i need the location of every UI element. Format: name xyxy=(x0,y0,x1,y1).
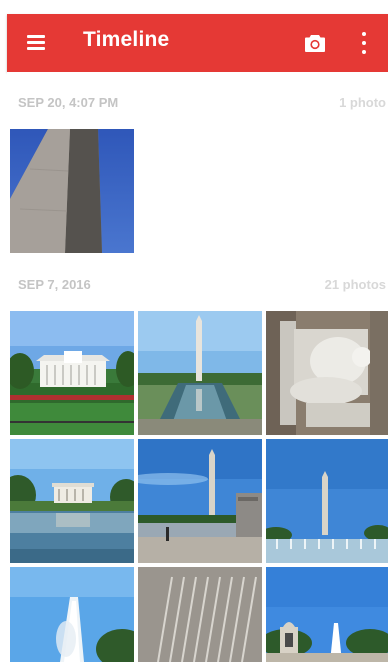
more-vertical-icon[interactable] xyxy=(360,32,368,54)
photo-thumbnail[interactable] xyxy=(138,567,262,662)
section-header: SEP 20, 4:07 PM 1 photo xyxy=(7,95,388,117)
timeline-content: SEP 20, 4:07 PM 1 photo SEP 7, 2016 21 p… xyxy=(7,72,388,662)
photo-thumbnail[interactable] xyxy=(10,439,134,563)
app-bar: Timeline xyxy=(7,14,388,72)
photo-thumbnail[interactable] xyxy=(138,439,262,563)
photo-thumbnail[interactable] xyxy=(10,129,134,253)
section-photo-count: 1 photo xyxy=(339,95,386,110)
page-title: Timeline xyxy=(83,28,170,51)
photo-thumbnail[interactable] xyxy=(266,439,388,563)
section-date: SEP 20, 4:07 PM xyxy=(18,95,119,110)
photo-thumbnail[interactable] xyxy=(266,567,388,662)
section-header: SEP 7, 2016 21 photos xyxy=(7,277,388,299)
app-screen: Timeline SEP 20, 4:07 PM 1 photo SEP 7, … xyxy=(0,0,388,662)
camera-icon[interactable] xyxy=(304,33,326,53)
photo-thumbnail[interactable] xyxy=(10,567,134,662)
hamburger-menu-icon[interactable] xyxy=(27,35,45,50)
photo-thumbnail[interactable] xyxy=(266,311,388,435)
photo-thumbnail[interactable] xyxy=(138,311,262,435)
section-date: SEP 7, 2016 xyxy=(18,277,91,292)
photo-thumbnail[interactable] xyxy=(10,311,134,435)
section-photo-count: 21 photos xyxy=(324,277,386,292)
